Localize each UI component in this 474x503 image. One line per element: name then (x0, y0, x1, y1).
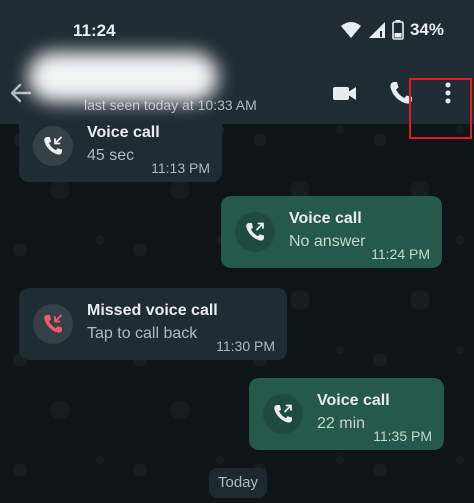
signal-icon (368, 22, 385, 38)
message-time: 11:30 PM (216, 338, 275, 354)
video-call-icon[interactable] (331, 79, 359, 107)
message-time: 11:24 PM (371, 246, 430, 262)
message-time: 11:35 PM (373, 428, 432, 444)
call-title: Voice call (87, 124, 160, 141)
call-duration: 22 min (317, 415, 366, 432)
call-message-missed[interactable]: Missed voice call Tap to call back 11:30… (19, 288, 287, 360)
outgoing-call-icon (274, 404, 292, 423)
incoming-call-icon (44, 136, 62, 155)
call-icon-circle (33, 304, 73, 344)
call-message-outgoing[interactable]: Voice call 22 min 11:35 PM (249, 378, 444, 450)
call-back-hint: Tap to call back (87, 325, 198, 342)
battery-percent: 34% (409, 20, 444, 39)
call-icon-circle (33, 126, 73, 166)
status-icons: 34% (340, 20, 444, 40)
outgoing-call-icon (246, 222, 264, 241)
call-title: Missed voice call (87, 302, 218, 319)
call-icon-circle (263, 394, 303, 434)
call-title: Voice call (317, 392, 390, 409)
call-duration: 45 sec (87, 147, 135, 164)
call-icon-circle (235, 212, 275, 252)
message-time: 11:13 PM (151, 160, 210, 176)
status-time: 11:24 (73, 21, 116, 40)
call-message-outgoing[interactable]: Voice call No answer 11:24 PM (221, 196, 442, 268)
contact-name-redacted (28, 52, 218, 102)
missed-call-icon (44, 314, 62, 333)
call-title: Voice call (289, 210, 362, 227)
menu-highlight-box (409, 78, 472, 139)
wifi-icon (340, 22, 361, 38)
call-status: No answer (289, 233, 366, 250)
date-divider: Today (209, 468, 267, 498)
battery-icon (392, 20, 404, 40)
